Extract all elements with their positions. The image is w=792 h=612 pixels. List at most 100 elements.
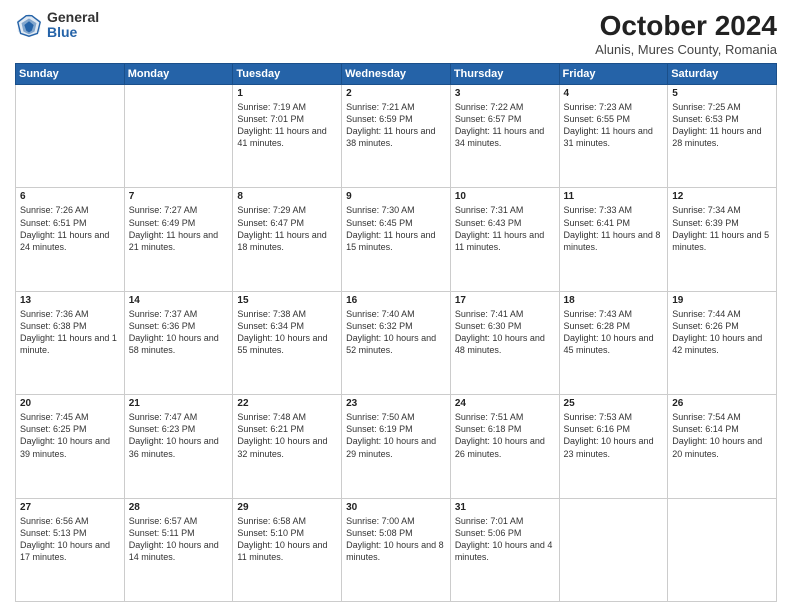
day-detail: Sunrise: 7:53 AM Sunset: 6:16 PM Dayligh…	[564, 411, 664, 460]
calendar-week-1: 1 Sunrise: 7:19 AM Sunset: 7:01 PM Daylig…	[16, 85, 777, 188]
day-detail: Sunrise: 7:40 AM Sunset: 6:32 PM Dayligh…	[346, 308, 446, 357]
calendar-cell: 5 Sunrise: 7:25 AM Sunset: 6:53 PM Daylig…	[668, 85, 777, 188]
calendar-cell: 26Sunrise: 7:54 AM Sunset: 6:14 PM Dayli…	[668, 395, 777, 498]
calendar-cell: 4Sunrise: 7:23 AM Sunset: 6:55 PM Daylig…	[559, 85, 668, 188]
calendar-cell: 9 Sunrise: 7:30 AM Sunset: 6:45 PM Daylig…	[342, 188, 451, 291]
calendar-cell: 22Sunrise: 7:48 AM Sunset: 6:21 PM Dayli…	[233, 395, 342, 498]
day-detail: Sunrise: 7:44 AM Sunset: 6:26 PM Dayligh…	[672, 308, 772, 357]
logo-text: General Blue	[47, 10, 99, 41]
calendar-cell: 3Sunrise: 7:22 AM Sunset: 6:57 PM Daylig…	[450, 85, 559, 188]
day-number: 15	[237, 295, 337, 306]
day-detail: Sunrise: 7:37 AM Sunset: 6:36 PM Dayligh…	[129, 308, 229, 357]
calendar-cell: 21 Sunrise: 7:47 AM Sunset: 6:23 PM Dayli…	[124, 395, 233, 498]
day-detail: Sunrise: 7:27 AM Sunset: 6:49 PM Dayligh…	[129, 204, 229, 253]
day-number: 25	[564, 398, 664, 409]
day-number: 21	[129, 398, 229, 409]
day-number: 5	[672, 88, 772, 99]
day-number: 23	[346, 398, 446, 409]
calendar-cell: 15 Sunrise: 7:38 AM Sunset: 6:34 PM Dayli…	[233, 291, 342, 394]
calendar-cell: 11 Sunrise: 7:33 AM Sunset: 6:41 PM Dayli…	[559, 188, 668, 291]
day-number: 24	[455, 398, 555, 409]
col-header-friday: Friday	[559, 64, 668, 85]
calendar-cell: 10 Sunrise: 7:31 AM Sunset: 6:43 PM Dayli…	[450, 188, 559, 291]
calendar-cell: 14Sunrise: 7:37 AM Sunset: 6:36 PM Dayli…	[124, 291, 233, 394]
calendar-table: SundayMondayTuesdayWednesdayThursdayFrid…	[15, 63, 777, 602]
day-number: 1	[237, 88, 337, 99]
calendar-cell: 6Sunrise: 7:26 AM Sunset: 6:51 PM Daylig…	[16, 188, 125, 291]
day-number: 11	[564, 191, 664, 202]
calendar-cell: 28Sunrise: 6:57 AM Sunset: 5:11 PM Dayli…	[124, 498, 233, 601]
day-detail: Sunrise: 7:30 AM Sunset: 6:45 PM Dayligh…	[346, 204, 446, 253]
day-number: 9	[346, 191, 446, 202]
calendar-cell: 13Sunrise: 7:36 AM Sunset: 6:38 PM Dayli…	[16, 291, 125, 394]
location: Alunis, Mures County, Romania	[595, 42, 777, 57]
calendar-cell: 29Sunrise: 6:58 AM Sunset: 5:10 PM Dayli…	[233, 498, 342, 601]
day-number: 22	[237, 398, 337, 409]
calendar-cell: 8 Sunrise: 7:29 AM Sunset: 6:47 PM Daylig…	[233, 188, 342, 291]
day-detail: Sunrise: 6:58 AM Sunset: 5:10 PM Dayligh…	[237, 515, 337, 564]
day-number: 20	[20, 398, 120, 409]
day-detail: Sunrise: 7:38 AM Sunset: 6:34 PM Dayligh…	[237, 308, 337, 357]
logo: General Blue	[15, 10, 99, 41]
calendar-cell: 31Sunrise: 7:01 AM Sunset: 5:06 PM Dayli…	[450, 498, 559, 601]
calendar-cell: 25 Sunrise: 7:53 AM Sunset: 6:16 PM Dayli…	[559, 395, 668, 498]
day-number: 27	[20, 502, 120, 513]
day-detail: Sunrise: 7:31 AM Sunset: 6:43 PM Dayligh…	[455, 204, 555, 253]
calendar-week-2: 6Sunrise: 7:26 AM Sunset: 6:51 PM Daylig…	[16, 188, 777, 291]
day-number: 17	[455, 295, 555, 306]
calendar-cell: 16Sunrise: 7:40 AM Sunset: 6:32 PM Dayli…	[342, 291, 451, 394]
col-header-monday: Monday	[124, 64, 233, 85]
logo-general-text: General	[47, 10, 99, 25]
header: General Blue October 2024 Alunis, Mures …	[15, 10, 777, 57]
day-detail: Sunrise: 7:50 AM Sunset: 6:19 PM Dayligh…	[346, 411, 446, 460]
day-number: 30	[346, 502, 446, 513]
day-detail: Sunrise: 7:21 AM Sunset: 6:59 PM Dayligh…	[346, 101, 446, 150]
page: General Blue October 2024 Alunis, Mures …	[0, 0, 792, 612]
day-detail: Sunrise: 6:57 AM Sunset: 5:11 PM Dayligh…	[129, 515, 229, 564]
logo-icon	[15, 11, 43, 39]
calendar-cell: 18Sunrise: 7:43 AM Sunset: 6:28 PM Dayli…	[559, 291, 668, 394]
col-header-thursday: Thursday	[450, 64, 559, 85]
day-detail: Sunrise: 7:00 AM Sunset: 5:08 PM Dayligh…	[346, 515, 446, 564]
day-number: 12	[672, 191, 772, 202]
day-number: 7	[129, 191, 229, 202]
calendar-week-3: 13Sunrise: 7:36 AM Sunset: 6:38 PM Dayli…	[16, 291, 777, 394]
month-title: October 2024	[595, 10, 777, 42]
day-number: 26	[672, 398, 772, 409]
calendar-cell: 30 Sunrise: 7:00 AM Sunset: 5:08 PM Dayli…	[342, 498, 451, 601]
day-detail: Sunrise: 7:19 AM Sunset: 7:01 PM Dayligh…	[237, 101, 337, 150]
calendar-cell	[559, 498, 668, 601]
calendar-cell	[124, 85, 233, 188]
day-number: 2	[346, 88, 446, 99]
col-header-sunday: Sunday	[16, 64, 125, 85]
day-detail: Sunrise: 7:01 AM Sunset: 5:06 PM Dayligh…	[455, 515, 555, 564]
calendar-week-4: 20 Sunrise: 7:45 AM Sunset: 6:25 PM Dayli…	[16, 395, 777, 498]
calendar-header-row: SundayMondayTuesdayWednesdayThursdayFrid…	[16, 64, 777, 85]
day-number: 8	[237, 191, 337, 202]
day-number: 18	[564, 295, 664, 306]
day-detail: Sunrise: 7:33 AM Sunset: 6:41 PM Dayligh…	[564, 204, 664, 253]
calendar-cell: 23 Sunrise: 7:50 AM Sunset: 6:19 PM Dayli…	[342, 395, 451, 498]
day-detail: Sunrise: 7:22 AM Sunset: 6:57 PM Dayligh…	[455, 101, 555, 150]
logo-blue-text: Blue	[47, 25, 99, 40]
calendar-cell: 7 Sunrise: 7:27 AM Sunset: 6:49 PM Daylig…	[124, 188, 233, 291]
day-number: 10	[455, 191, 555, 202]
day-detail: Sunrise: 7:47 AM Sunset: 6:23 PM Dayligh…	[129, 411, 229, 460]
day-detail: Sunrise: 7:45 AM Sunset: 6:25 PM Dayligh…	[20, 411, 120, 460]
calendar-week-5: 27 Sunrise: 6:56 AM Sunset: 5:13 PM Dayli…	[16, 498, 777, 601]
day-detail: Sunrise: 7:51 AM Sunset: 6:18 PM Dayligh…	[455, 411, 555, 460]
day-detail: Sunrise: 7:25 AM Sunset: 6:53 PM Dayligh…	[672, 101, 772, 150]
calendar-cell	[668, 498, 777, 601]
calendar-cell: 19 Sunrise: 7:44 AM Sunset: 6:26 PM Dayli…	[668, 291, 777, 394]
col-header-tuesday: Tuesday	[233, 64, 342, 85]
day-detail: Sunrise: 6:56 AM Sunset: 5:13 PM Dayligh…	[20, 515, 120, 564]
calendar-cell: 17Sunrise: 7:41 AM Sunset: 6:30 PM Dayli…	[450, 291, 559, 394]
day-number: 19	[672, 295, 772, 306]
col-header-wednesday: Wednesday	[342, 64, 451, 85]
day-detail: Sunrise: 7:26 AM Sunset: 6:51 PM Dayligh…	[20, 204, 120, 253]
calendar-cell: 12 Sunrise: 7:34 AM Sunset: 6:39 PM Dayli…	[668, 188, 777, 291]
day-detail: Sunrise: 7:34 AM Sunset: 6:39 PM Dayligh…	[672, 204, 772, 253]
calendar-cell: 20 Sunrise: 7:45 AM Sunset: 6:25 PM Dayli…	[16, 395, 125, 498]
day-detail: Sunrise: 7:29 AM Sunset: 6:47 PM Dayligh…	[237, 204, 337, 253]
calendar-cell: 24 Sunrise: 7:51 AM Sunset: 6:18 PM Dayli…	[450, 395, 559, 498]
